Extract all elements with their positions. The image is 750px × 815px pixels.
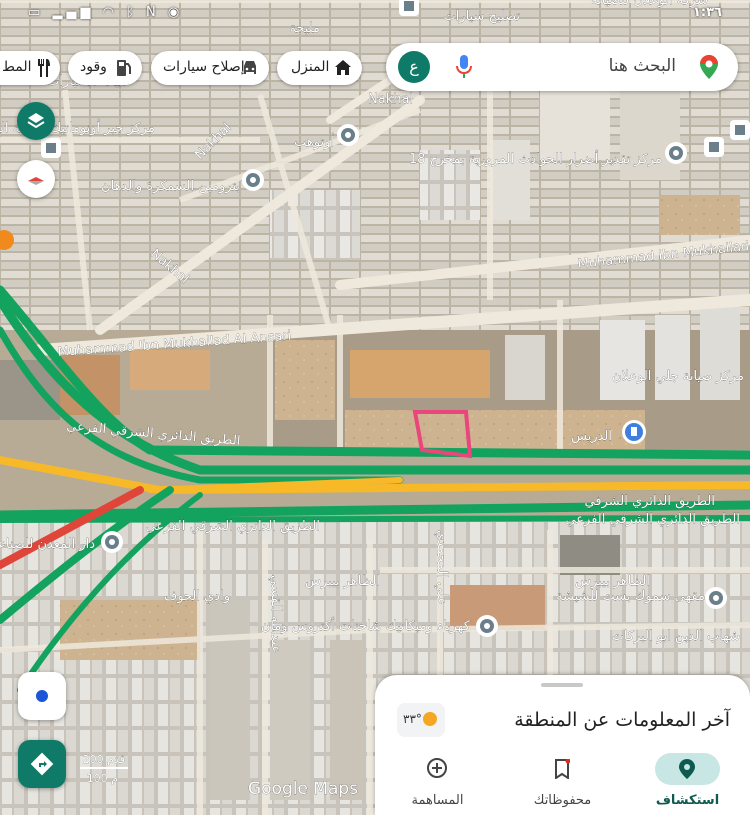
nav-explore-pill — [655, 753, 720, 785]
road-label-ring-frontage-left: الطريق الدائري الشرقي الفرعي — [145, 519, 320, 534]
directions-icon — [30, 752, 54, 776]
layers-button[interactable] — [17, 102, 55, 140]
place-label-right-service: مركز صيانة جلي الوعلان — [612, 369, 744, 384]
bottom-nav: استكشاف محفوظاتك المساهمة — [375, 747, 750, 815]
place-pin-icon — [704, 137, 724, 157]
compass-button[interactable] — [17, 160, 55, 198]
place-pin-icon — [730, 120, 750, 140]
place-pin-icon — [242, 169, 264, 191]
eye-icon: ◉ — [167, 5, 184, 20]
road-label-shihab: شهاب الدين ابو البركات — [612, 629, 740, 644]
restaurant-icon — [38, 59, 50, 77]
place-pin-icon — [705, 587, 727, 609]
nav-contribute-pill — [405, 753, 470, 785]
chip-fuel-label: وقود — [80, 59, 107, 75]
road-label-dhahir-right: الظاهر بيبرس — [575, 574, 650, 589]
google-maps-pin-icon — [700, 55, 718, 83]
road-label-dhahir-left: الظاهر بيبرس — [305, 574, 380, 589]
road-label-nakhal-3: Nakhal — [368, 92, 413, 107]
road-label-dar-almadin: دار المعدن للصناعة — [0, 537, 95, 552]
my-location-button[interactable] — [18, 672, 66, 720]
nav-saved-label: محفوظاتك — [533, 793, 592, 808]
account-avatar[interactable]: ع — [398, 51, 430, 83]
fuel-station-pin-icon — [622, 420, 646, 444]
scale-label-ft: 200 قدم — [83, 753, 125, 766]
my-location-icon — [36, 690, 48, 702]
status-icons: ▭ ▂▄▆ ◠ ᛒ N ◉ — [28, 5, 183, 20]
place-pin-icon — [476, 615, 498, 637]
chip-restaurants-label: المط — [2, 59, 32, 75]
place-pin-icon — [665, 142, 687, 164]
road-label-wadi-aljawf: وادي الجوف — [164, 589, 230, 604]
road-label-ali-almuhammadi: علي المحمدي — [434, 530, 449, 605]
sheet-drag-handle[interactable] — [541, 683, 583, 687]
weather-badge[interactable]: ٣٣° — [397, 703, 445, 737]
add-circle-icon — [427, 758, 447, 778]
place-label-drees: الدريس — [571, 429, 612, 444]
directions-button[interactable] — [18, 740, 66, 788]
place-label-otohub: أوتوهب — [294, 133, 334, 150]
nav-explore[interactable]: استكشاف — [625, 747, 750, 815]
nav-saved-pill — [530, 753, 595, 785]
road-label-ring-main: الطريق الدائري الشرقي — [584, 494, 715, 509]
wifi-icon: ◠ — [102, 5, 118, 20]
place-label-fish-cafe: مقهى سموك بست للشيشة — [556, 589, 705, 604]
nfc-icon: N — [146, 5, 160, 20]
layers-icon — [27, 113, 45, 129]
bluetooth-icon: ᛒ — [126, 5, 138, 20]
place-label-accident-center: مركز تقدير أضرار الحوادث المرورية بمخرج … — [409, 150, 662, 167]
bottom-sheet[interactable]: آخر المعلومات عن المنطقة ٣٣° استكشاف محف… — [375, 675, 750, 815]
google-maps-logo: Google Maps — [248, 779, 358, 799]
nav-explore-label: استكشاف — [655, 793, 720, 808]
scale-label-m: 100 م — [87, 772, 118, 785]
signal-icon: ▂▄▆ — [52, 5, 95, 20]
status-time: ١:٣٦ — [692, 5, 722, 20]
sheet-title: آخر المعلومات عن المنطقة — [514, 709, 730, 731]
place-pin-icon — [41, 138, 61, 158]
place-label-electric: كهرباء وميكانيك شاحنات أكتروس ومان — [261, 617, 471, 634]
chip-home-label: المنزل — [291, 59, 330, 75]
place-pin-icon — [101, 531, 123, 553]
nav-contribute[interactable]: المساهمة — [375, 747, 500, 815]
explore-pin-icon — [679, 759, 695, 779]
home-icon — [335, 60, 351, 75]
status-bar: ١:٣٦ ▭ ▂▄▆ ◠ ᛒ N ◉ — [0, 0, 750, 26]
battery-icon: ▭ — [28, 5, 45, 20]
car-icon — [244, 61, 256, 74]
bookmark-icon — [555, 759, 570, 779]
search-placeholder[interactable]: البحث هنا — [609, 56, 676, 76]
chip-car-repair[interactable]: إصلاح سيارات — [151, 51, 269, 85]
road-label-ring-frontage-lower: الطريق الدائري الشرقي الفرعي — [565, 512, 740, 527]
search-bar[interactable]: البحث هنا ع — [386, 43, 738, 91]
place-label-sukhara: بترومين السمكرة والدهان — [101, 179, 240, 194]
sun-icon — [423, 712, 437, 726]
road-label-abdullah-alqasimi: عبدالله القسي — [268, 575, 283, 653]
microphone-icon[interactable] — [456, 55, 472, 83]
chip-restaurants[interactable]: المط — [0, 51, 60, 85]
chip-home[interactable]: المنزل — [277, 51, 362, 85]
nav-saved[interactable]: محفوظاتك — [500, 747, 625, 815]
chip-fuel[interactable]: وقود — [68, 51, 142, 85]
chip-car-repair-label: إصلاح سيارات — [163, 59, 245, 75]
nav-contribute-label: المساهمة — [411, 793, 464, 808]
place-pin-icon — [337, 124, 359, 146]
compass-icon — [28, 177, 44, 185]
fuel-icon — [117, 60, 131, 76]
temperature-text: ٣٣° — [403, 712, 422, 726]
